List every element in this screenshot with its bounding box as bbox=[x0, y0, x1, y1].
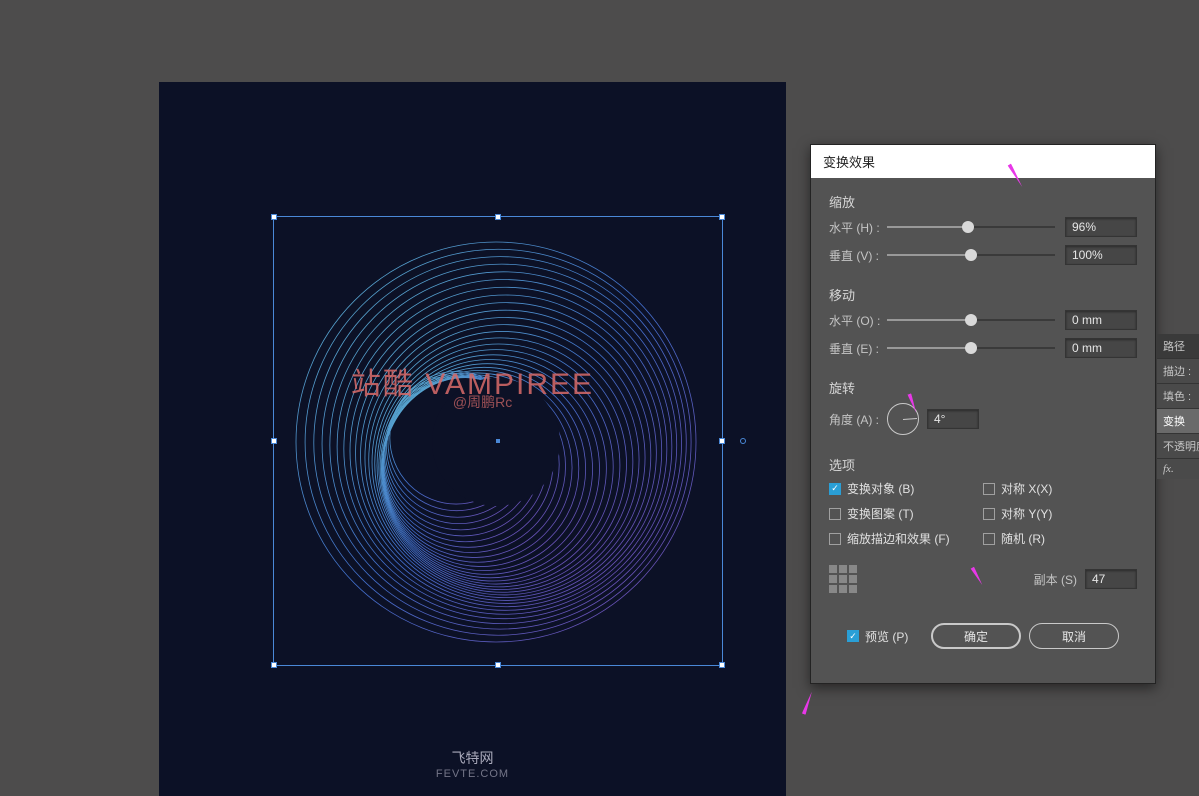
handle-top-left[interactable] bbox=[271, 214, 277, 220]
section-scale-label: 缩放 bbox=[829, 192, 1137, 211]
move-v-input[interactable] bbox=[1065, 338, 1137, 358]
copies-input[interactable] bbox=[1085, 569, 1137, 589]
panel-fx[interactable]: fx. bbox=[1157, 458, 1199, 479]
panel-transform[interactable]: 变换 bbox=[1157, 408, 1199, 433]
opt-transform-object[interactable]: ✓ 变换对象 (B) bbox=[829, 480, 983, 497]
handle-bot-mid[interactable] bbox=[495, 662, 501, 668]
scale-v-input[interactable] bbox=[1065, 245, 1137, 265]
slider-thumb[interactable] bbox=[965, 342, 977, 354]
panel-stroke[interactable]: 描边 : bbox=[1157, 358, 1199, 383]
opt-mirror-y[interactable]: 对称 Y(Y) bbox=[983, 505, 1137, 522]
move-h-slider[interactable] bbox=[887, 319, 1055, 321]
cancel-button[interactable]: 取消 bbox=[1029, 623, 1119, 649]
move-h-input[interactable] bbox=[1065, 310, 1137, 330]
section-move-label: 移动 bbox=[829, 285, 1137, 304]
preview-checkbox[interactable]: ✓ 预览 (P) bbox=[847, 628, 908, 645]
panel-fill[interactable]: 填色 : bbox=[1157, 383, 1199, 408]
selection-box[interactable] bbox=[273, 216, 723, 666]
move-v-label: 垂直 (E) : bbox=[829, 340, 887, 357]
selection-center bbox=[496, 439, 500, 443]
slider-thumb[interactable] bbox=[965, 249, 977, 261]
opt-mirror-x[interactable]: 对称 X(X) bbox=[983, 480, 1137, 497]
opt-transform-pattern[interactable]: 变换图案 (T) bbox=[829, 505, 983, 522]
move-h-label: 水平 (O) : bbox=[829, 312, 887, 329]
handle-top-mid[interactable] bbox=[495, 214, 501, 220]
slider-thumb[interactable] bbox=[962, 221, 974, 233]
angle-input[interactable] bbox=[927, 409, 979, 429]
canvas-artboard[interactable]: (function(){ var g=document.getElementBy… bbox=[159, 82, 786, 796]
selection-side-anchor[interactable] bbox=[740, 438, 746, 444]
ok-button[interactable]: 确定 bbox=[931, 623, 1021, 649]
checkbox-icon bbox=[983, 483, 995, 495]
checkbox-icon bbox=[829, 508, 841, 520]
transform-effect-dialog: 变换效果 缩放 水平 (H) : 垂直 (V) : 移动 水平 (O) : bbox=[810, 144, 1156, 684]
footer-line2: FEVTE.COM bbox=[436, 768, 509, 780]
scale-v-label: 垂直 (V) : bbox=[829, 247, 887, 264]
scale-v-slider[interactable] bbox=[887, 254, 1055, 256]
scale-h-input[interactable] bbox=[1065, 217, 1137, 237]
checkbox-icon: ✓ bbox=[847, 630, 859, 642]
slider-thumb[interactable] bbox=[965, 314, 977, 326]
panel-opacity[interactable]: 不透明度 bbox=[1157, 433, 1199, 458]
checkbox-icon: ✓ bbox=[829, 483, 841, 495]
panel-title: 路径 bbox=[1157, 334, 1199, 358]
checkbox-icon bbox=[829, 533, 841, 545]
handle-bot-right[interactable] bbox=[719, 662, 725, 668]
handle-mid-right[interactable] bbox=[719, 438, 725, 444]
scale-h-slider[interactable] bbox=[887, 226, 1055, 228]
section-rotate-label: 旋转 bbox=[829, 378, 1137, 397]
opt-random[interactable]: 随机 (R) bbox=[983, 530, 1137, 547]
handle-mid-left[interactable] bbox=[271, 438, 277, 444]
handle-top-right[interactable] bbox=[719, 214, 725, 220]
checkbox-icon bbox=[983, 508, 995, 520]
opt-scale-stroke[interactable]: 缩放描边和效果 (F) bbox=[829, 530, 983, 547]
dialog-title: 变换效果 bbox=[811, 145, 1155, 178]
appearance-panel: 路径 描边 : 填色 : 变换 不透明度 fx. bbox=[1157, 334, 1199, 479]
move-v-slider[interactable] bbox=[887, 347, 1055, 349]
footer-line1: 飞特网 bbox=[436, 748, 509, 768]
section-options-label: 选项 bbox=[829, 455, 1137, 474]
canvas-footer: 飞特网 FEVTE.COM bbox=[436, 748, 509, 780]
checkbox-icon bbox=[983, 533, 995, 545]
anchor-grid[interactable] bbox=[829, 565, 857, 593]
scale-h-label: 水平 (H) : bbox=[829, 219, 887, 236]
copies-label: 副本 (S) bbox=[1034, 571, 1077, 588]
angle-label: 角度 (A) : bbox=[829, 411, 879, 428]
handle-bot-left[interactable] bbox=[271, 662, 277, 668]
